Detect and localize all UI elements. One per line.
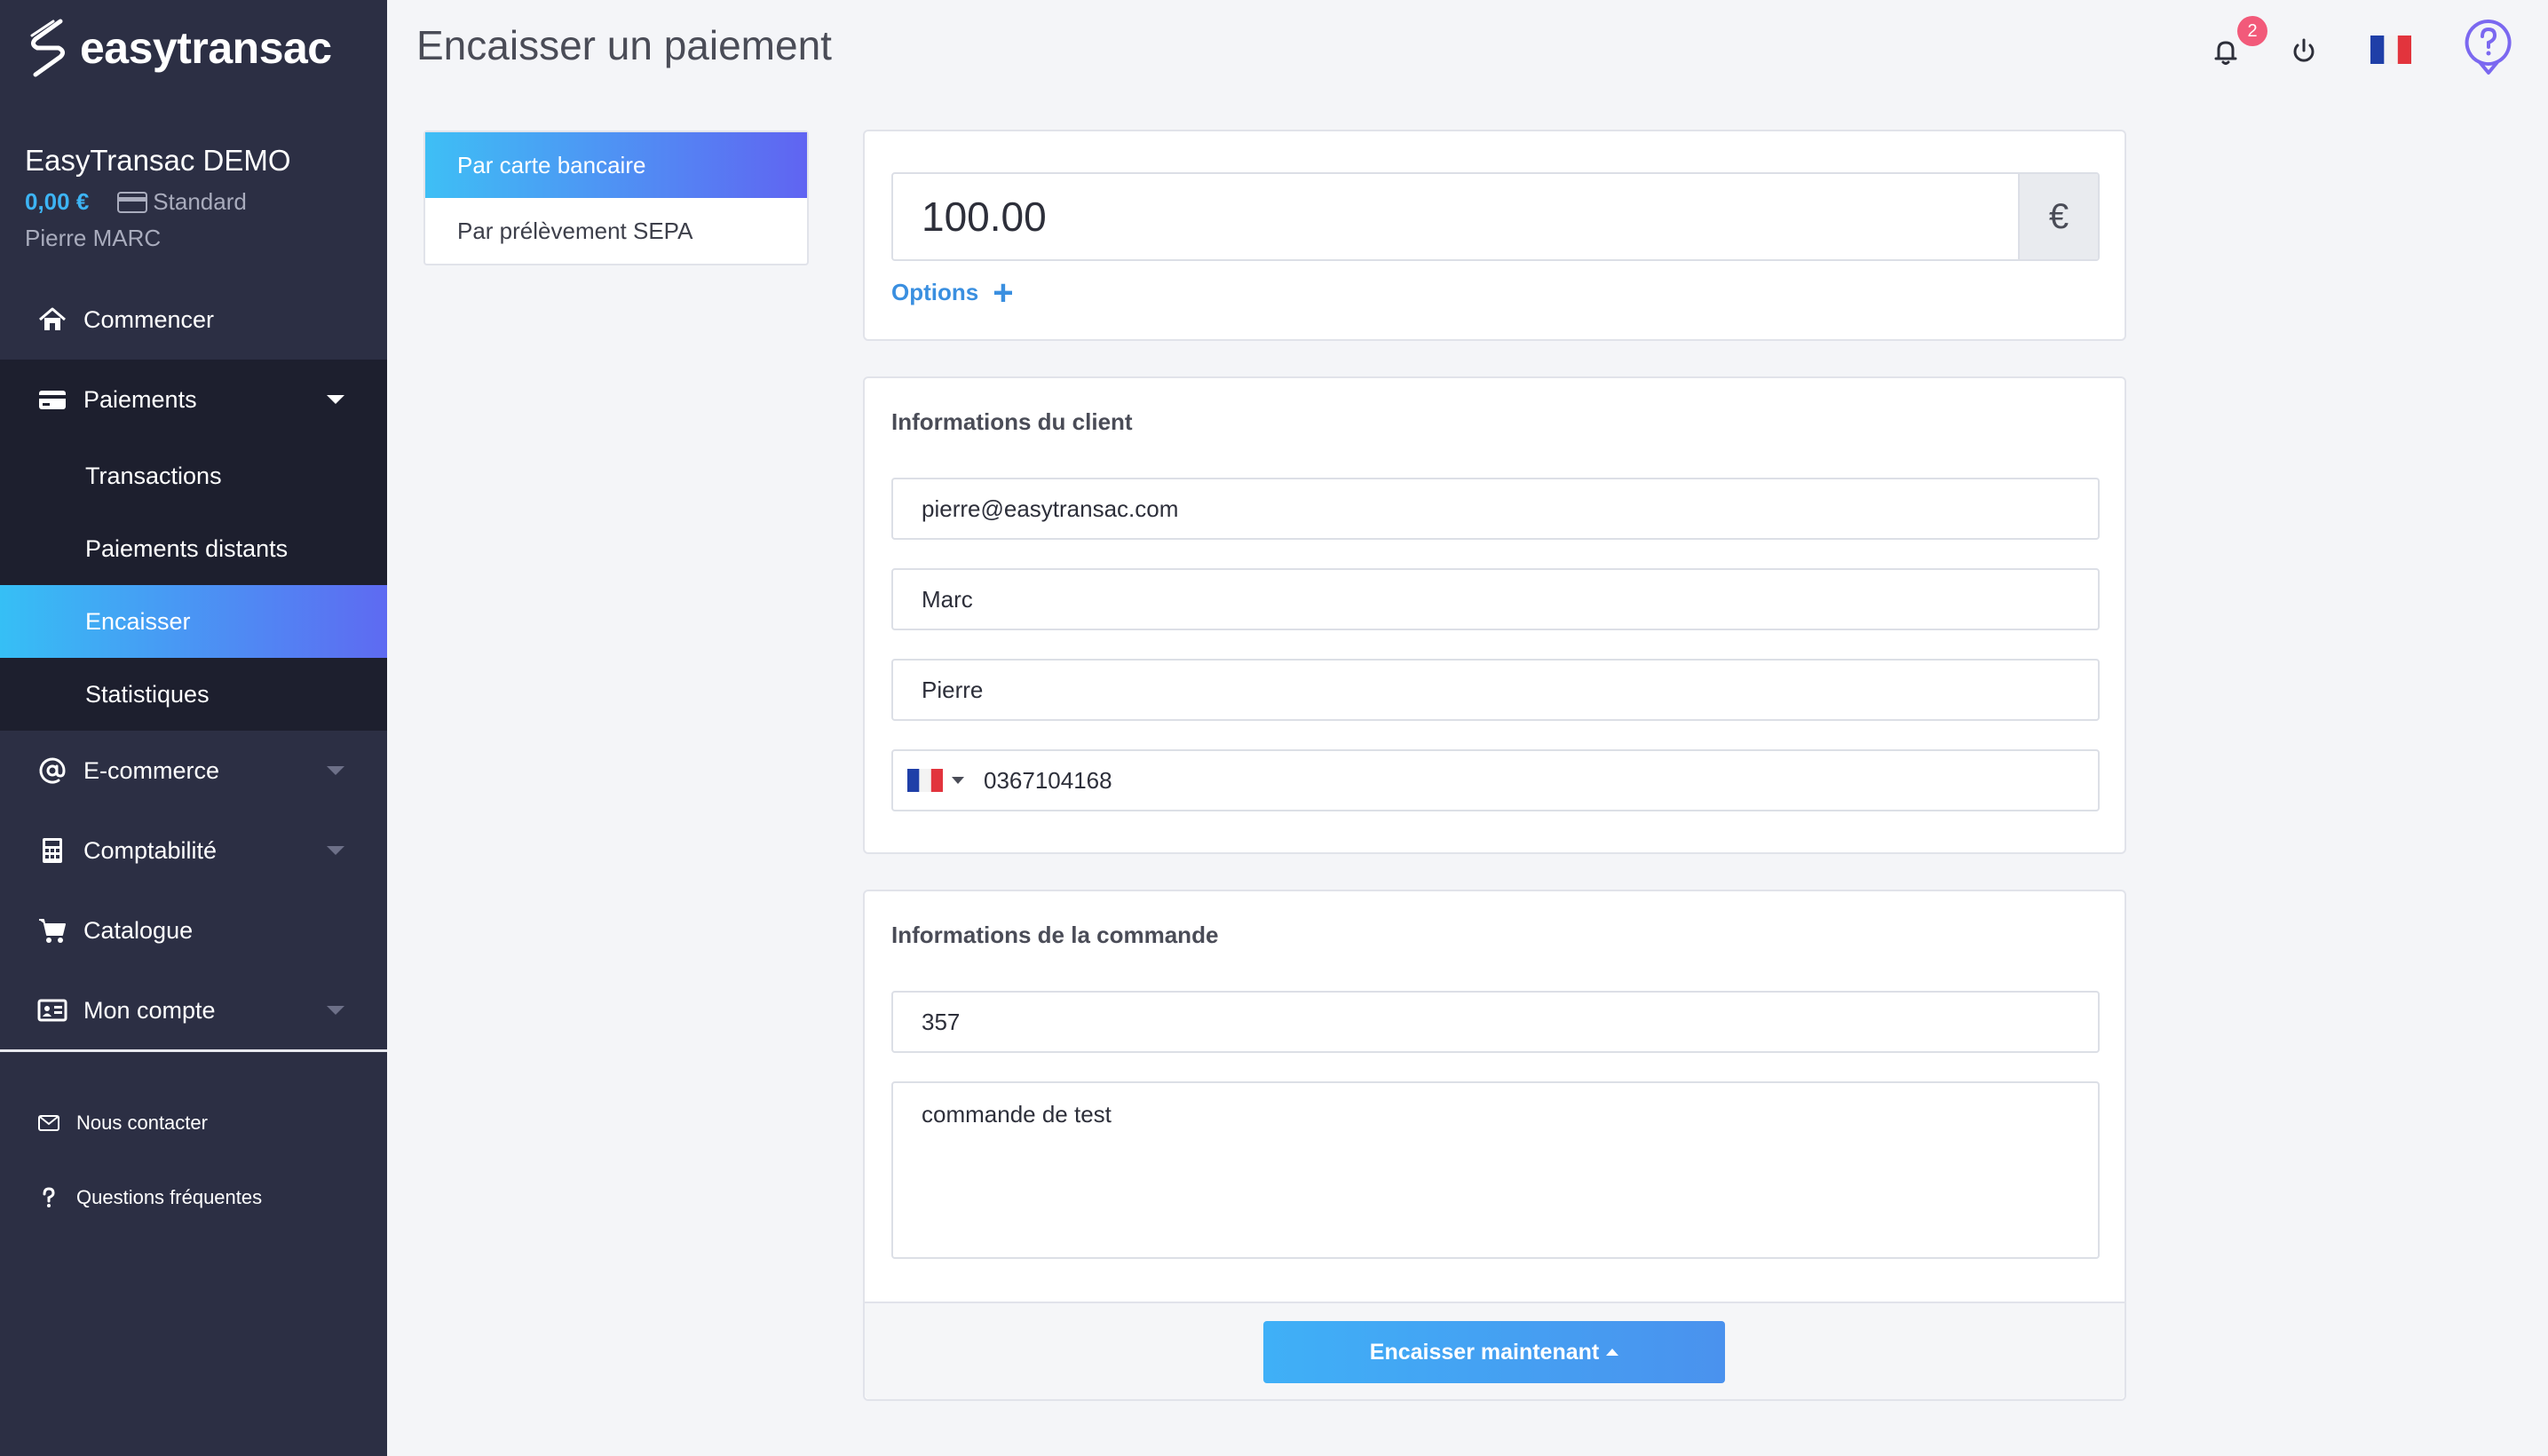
sidebar-subitem-encaisser[interactable]: Encaisser — [0, 585, 387, 658]
envelope-icon — [38, 1115, 59, 1131]
phone-value: 0367104168 — [984, 766, 1112, 794]
french-flag-icon[interactable] — [2370, 36, 2411, 64]
sidebar-subitem-paiements-distants[interactable]: Paiements distants — [0, 512, 387, 585]
order-number-field[interactable]: 357 — [891, 991, 2100, 1053]
sidebar-item-label: Paiements — [83, 385, 197, 413]
at-icon — [39, 757, 66, 784]
sidebar-item-mon-compte[interactable]: Mon compte — [0, 970, 387, 1050]
power-icon[interactable] — [2288, 36, 2320, 67]
lastname-field[interactable]: Marc — [891, 568, 2100, 630]
sidebar-subitem-statistiques[interactable]: Statistiques — [0, 658, 387, 731]
chevron-down-icon — [327, 766, 344, 775]
email-field[interactable]: pierre@easytransac.com — [891, 478, 2100, 540]
chevron-down-icon — [327, 1006, 344, 1015]
sidebar-item-label: Mon compte — [83, 996, 216, 1024]
sidebar-item-label: Commencer — [83, 305, 215, 333]
sidebar: easytransac EasyTransac DEMO 0,00 € Stan… — [0, 0, 387, 1456]
encaisser-maintenant-button[interactable]: Encaisser maintenant — [1263, 1321, 1725, 1383]
account-plan: Standard — [153, 188, 247, 215]
amount-value[interactable]: 100.00 — [893, 174, 2018, 259]
easytransac-logo-icon — [30, 19, 66, 77]
sidebar-link-questions-frequentes[interactable]: Questions fréquentes — [37, 1186, 262, 1209]
help-icon[interactable] — [2464, 18, 2513, 76]
phone-field[interactable]: 0367104168 — [891, 749, 2100, 811]
sidebar-link-label: Nous contacter — [76, 1112, 208, 1134]
brand-logo[interactable]: easytransac — [27, 18, 332, 78]
home-icon — [39, 307, 66, 330]
page-title: Encaisser un paiement — [416, 22, 832, 68]
firstname-field[interactable]: Pierre — [891, 659, 2100, 721]
payment-method-tabs: Par carte bancaire Par prélèvement SEPA — [423, 131, 809, 265]
account-balance: 0,00 € — [25, 188, 90, 215]
brand-name: easytransac — [80, 23, 332, 73]
sidebar-item-comptabilite[interactable]: Comptabilité — [0, 811, 387, 890]
order-card-footer: Encaisser maintenant — [865, 1302, 2125, 1399]
caret-up-icon — [1606, 1349, 1619, 1356]
currency-addon: € — [2018, 174, 2098, 259]
calculator-icon — [43, 838, 62, 863]
sidebar-item-label: E-commerce — [83, 756, 220, 784]
client-info-card: Informations du client pierre@easytransa… — [863, 376, 2126, 854]
credit-card-icon — [39, 391, 66, 409]
chevron-down-icon[interactable] — [952, 777, 964, 784]
sidebar-subitem-transactions[interactable]: Transactions — [0, 439, 387, 512]
tab-prelevement-sepa[interactable]: Par prélèvement SEPA — [425, 198, 807, 264]
sidebar-link-label: Questions fréquentes — [76, 1186, 263, 1208]
credit-card-icon — [117, 191, 148, 213]
sidebar-item-label: Catalogue — [83, 916, 194, 944]
sidebar-item-e-commerce[interactable]: E-commerce — [0, 731, 387, 811]
account-name: EasyTransac DEMO — [25, 144, 291, 177]
submit-label: Encaisser maintenant — [1369, 1339, 1600, 1365]
paiements-submenu: Transactions Paiements distants Encaisse… — [0, 439, 387, 731]
options-toggle[interactable]: Options + — [891, 273, 1014, 313]
bell-icon[interactable] — [2210, 36, 2242, 67]
french-flag-icon[interactable] — [907, 769, 943, 792]
account-summary: EasyTransac DEMO 0,00 € Standard Pierre … — [25, 144, 291, 252]
cart-icon — [39, 919, 66, 943]
sidebar-link-nous-contacter[interactable]: Nous contacter — [37, 1112, 208, 1135]
tab-carte-bancaire[interactable]: Par carte bancaire — [425, 132, 807, 198]
order-description-field[interactable]: commande de test — [891, 1081, 2100, 1259]
amount-card: 100.00 € Options + — [863, 130, 2126, 341]
account-user: Pierre MARC — [25, 225, 162, 251]
plus-icon: + — [993, 273, 1014, 313]
sidebar-item-commencer[interactable]: Commencer — [0, 280, 387, 360]
amount-input[interactable]: 100.00 € — [891, 172, 2100, 261]
chevron-down-icon — [327, 395, 344, 404]
id-card-icon — [37, 999, 67, 1022]
sidebar-divider — [0, 1049, 387, 1052]
chevron-down-icon — [327, 846, 344, 855]
options-label: Options — [891, 279, 979, 305]
sidebar-item-catalogue[interactable]: Catalogue — [0, 890, 387, 970]
order-info-title: Informations de la commande — [891, 922, 1219, 948]
sidebar-nav: Commencer Paiements Transactions Paiemen… — [0, 280, 387, 1050]
client-info-title: Informations du client — [891, 408, 1133, 435]
sidebar-item-paiements[interactable]: Paiements — [0, 360, 387, 439]
sidebar-item-label: Comptabilité — [83, 836, 218, 864]
notification-badge: 2 — [2237, 16, 2267, 46]
question-icon — [43, 1187, 55, 1207]
order-info-card: Informations de la commande 357 commande… — [863, 890, 2126, 1401]
